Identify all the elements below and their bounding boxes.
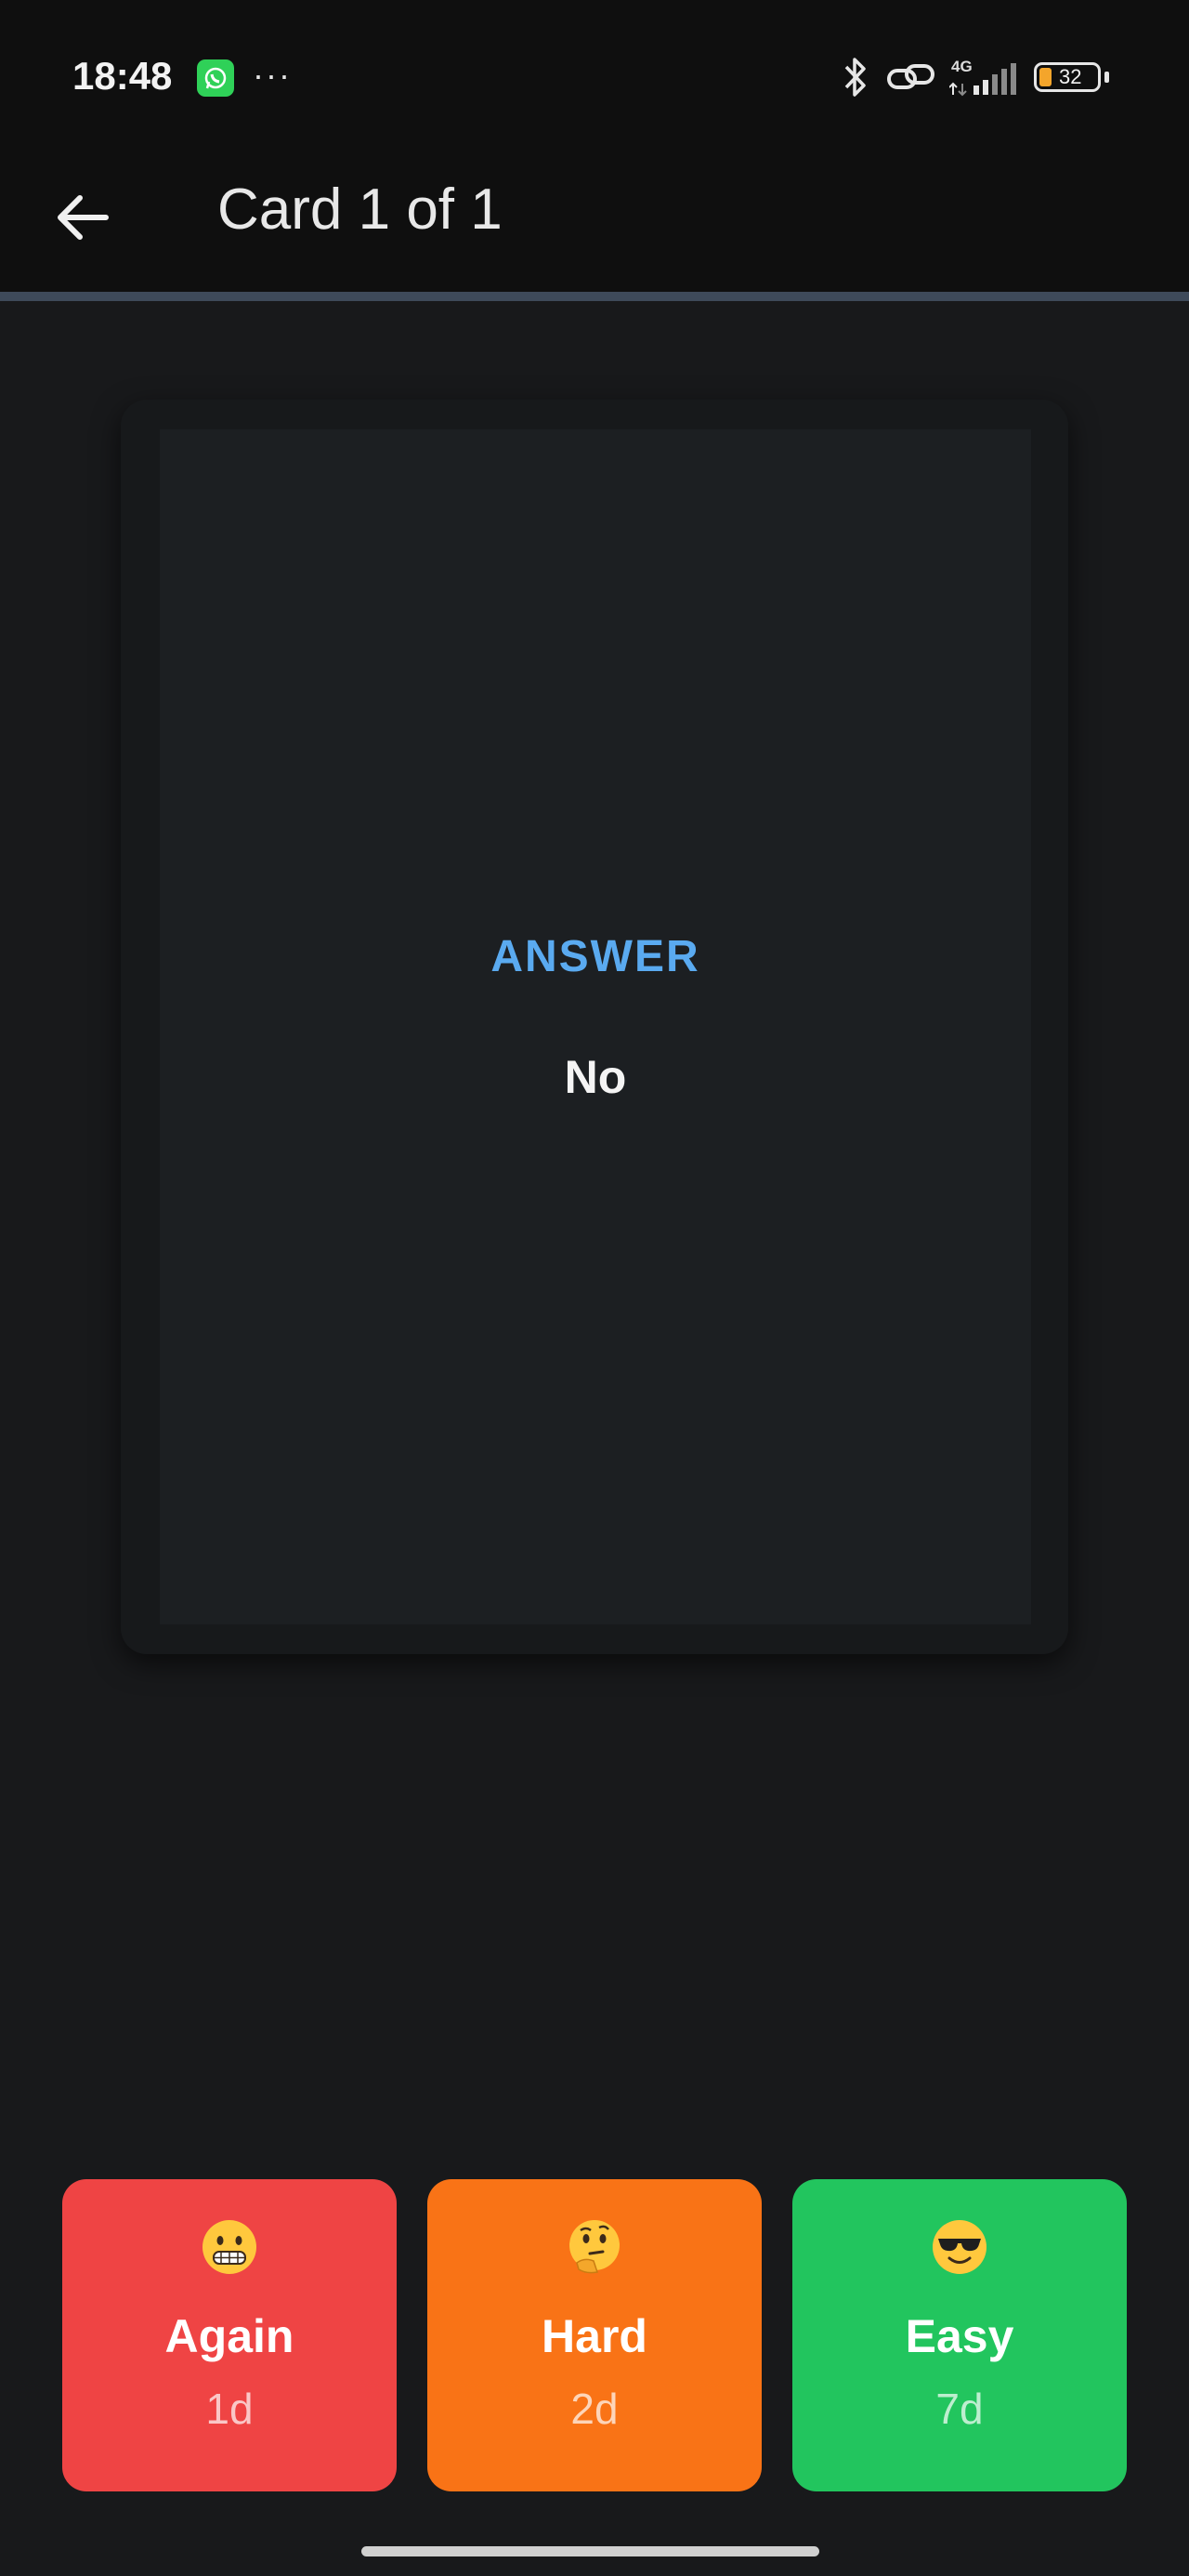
easy-button[interactable]: Easy 7d bbox=[792, 2179, 1127, 2491]
easy-interval: 7d bbox=[935, 2385, 984, 2433]
status-bar: 18:48 ··· 4G 32 bbox=[0, 0, 1189, 156]
again-button[interactable]: Again 1d bbox=[62, 2179, 397, 2491]
answer-label: ANSWER bbox=[490, 932, 700, 981]
answer-text: No bbox=[564, 1051, 627, 1103]
whatsapp-icon bbox=[197, 59, 234, 97]
again-label: Again bbox=[164, 2310, 294, 2362]
battery-icon: 32 bbox=[1034, 62, 1101, 92]
hard-label: Hard bbox=[542, 2310, 647, 2362]
hard-interval: 2d bbox=[570, 2385, 619, 2433]
app-bar: Card 1 of 1 bbox=[0, 156, 1189, 293]
rating-buttons: Again 1d Hard 2d Easy 7d bbox=[62, 2179, 1127, 2491]
home-indicator[interactable] bbox=[361, 2546, 819, 2556]
battery-level: 32 bbox=[1059, 65, 1082, 88]
status-time: 18:48 bbox=[72, 54, 173, 98]
bluetooth-icon bbox=[844, 58, 866, 97]
sunglasses-face-icon bbox=[792, 2218, 1127, 2283]
link-icon bbox=[887, 64, 934, 89]
signal-icon bbox=[949, 63, 1016, 97]
grimacing-face-icon bbox=[62, 2218, 397, 2283]
more-notifications-icon: ··· bbox=[253, 56, 292, 94]
arrow-left-icon bbox=[58, 195, 109, 240]
flashcard[interactable]: ANSWER No bbox=[160, 429, 1031, 1624]
hard-button[interactable]: Hard 2d bbox=[427, 2179, 762, 2491]
page-title: Card 1 of 1 bbox=[217, 177, 503, 242]
thinking-face-icon bbox=[427, 2218, 762, 2283]
again-interval: 1d bbox=[205, 2385, 254, 2433]
back-button[interactable] bbox=[52, 184, 119, 251]
easy-label: Easy bbox=[905, 2310, 1014, 2362]
progress-bar bbox=[0, 292, 1189, 301]
